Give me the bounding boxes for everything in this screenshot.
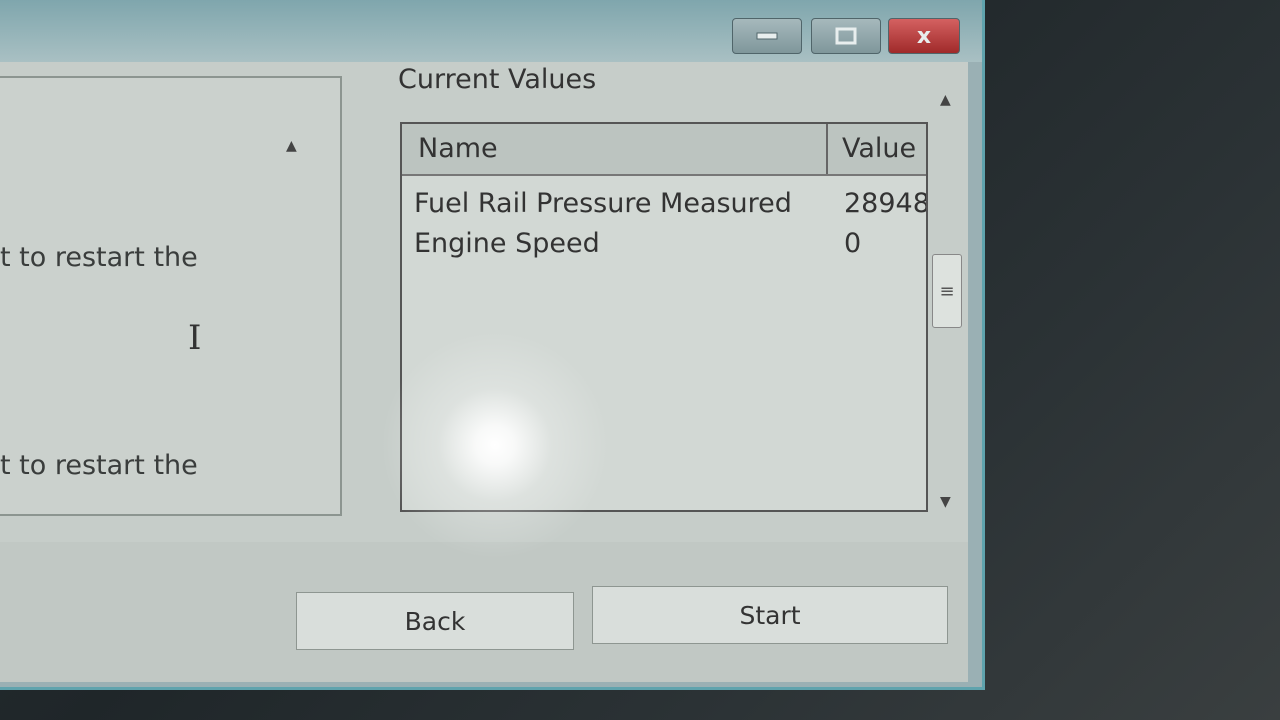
column-header-name[interactable]: Name [418,124,498,174]
text-cursor-icon: I [188,318,202,358]
close-icon: x [916,23,932,49]
minimize-icon [756,32,778,40]
maximize-button[interactable] [811,18,881,54]
current-values-title: Current Values [398,64,597,95]
instruction-text-line: t to restart the [0,450,198,481]
table-row[interactable]: Engine Speed 0 [402,228,926,268]
back-button[interactable]: Back [296,592,574,650]
maximize-icon [835,27,857,45]
table-header: Name Value [402,124,926,176]
scroll-up-arrow-icon[interactable]: ▲ [286,138,297,154]
row-name: Fuel Rail Pressure Measured [414,188,792,219]
column-divider[interactable] [826,124,828,174]
table-row[interactable]: Fuel Rail Pressure Measured 28948 [402,188,926,228]
instructions-panel[interactable]: ▲ t to restart the I t to restart the [0,76,342,516]
scroll-down-arrow-icon[interactable]: ▼ [940,494,951,510]
column-header-value[interactable]: Value [842,124,916,174]
application-window: x ▲ t to restart the I t to restart the … [0,0,985,690]
scrollbar-thumb[interactable]: ≡ [932,254,962,328]
title-bar: x [0,0,982,62]
current-values-table: Name Value Fuel Rail Pressure Measured 2… [400,122,928,512]
instruction-text-line: t to restart the [0,242,198,273]
minimize-button[interactable] [732,18,802,54]
scroll-up-arrow-icon[interactable]: ▲ [940,92,951,108]
grip-icon: ≡ [939,280,955,302]
row-value: 0 [844,228,862,259]
close-button[interactable]: x [888,18,960,54]
row-value: 28948 [844,188,928,219]
start-button[interactable]: Start [592,586,948,644]
values-scrollbar[interactable]: ▲ ≡ ▼ [930,92,964,512]
row-name: Engine Speed [414,228,600,259]
